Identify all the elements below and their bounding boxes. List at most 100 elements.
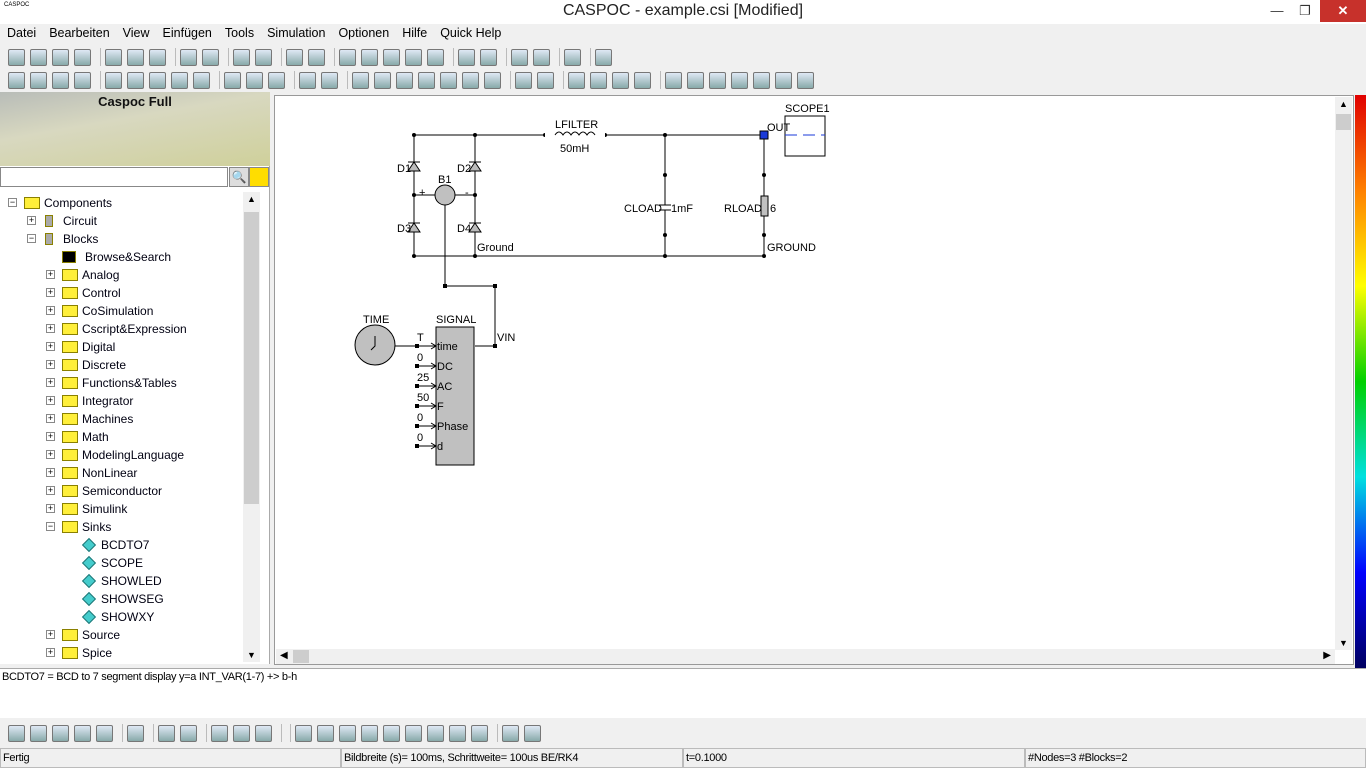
close-button[interactable]: ✕: [1320, 0, 1366, 22]
zoom-width-icon[interactable]: [52, 71, 69, 89]
library-icon[interactable]: [249, 167, 269, 187]
menu-hilfe[interactable]: Hilfe: [402, 24, 427, 44]
copy-icon[interactable]: [127, 48, 144, 66]
hierarchy-icon[interactable]: [564, 48, 581, 66]
step-back-icon[interactable]: [383, 724, 400, 742]
comment-icon[interactable]: [286, 48, 303, 66]
zoom-height-icon[interactable]: [74, 71, 91, 89]
library-icon[interactable]: [533, 48, 550, 66]
expand-icon[interactable]: +: [46, 630, 55, 639]
window2-icon[interactable]: [180, 724, 197, 742]
tree-item-integrator[interactable]: + Integrator: [0, 392, 240, 410]
expand-icon[interactable]: +: [46, 270, 55, 279]
redo-icon[interactable]: [202, 48, 219, 66]
block-icon[interactable]: [8, 724, 25, 742]
tree-item-spice[interactable]: + Spice: [0, 644, 240, 662]
node-icon[interactable]: [374, 71, 391, 89]
tree-item-circuit[interactable]: + Circuit: [0, 212, 240, 230]
green-block-icon[interactable]: [440, 71, 457, 89]
ic-in-icon[interactable]: [458, 48, 475, 66]
junction-icon[interactable]: [515, 71, 532, 89]
hand-icon[interactable]: [339, 48, 356, 66]
tree-item-sinks[interactable]: − Sinks: [0, 518, 240, 536]
tree-item-source[interactable]: + Source: [0, 626, 240, 644]
signal-icon[interactable]: [308, 48, 325, 66]
menu-simulation[interactable]: Simulation: [267, 24, 325, 44]
text-icon[interactable]: [321, 71, 338, 89]
collapse-icon[interactable]: −: [46, 522, 55, 531]
library-search-input[interactable]: [0, 167, 228, 187]
canvas-vertical-scrollbar[interactable]: ▲ ▼: [1335, 97, 1352, 650]
grid-icon[interactable]: [74, 724, 91, 742]
zoom-fit-icon[interactable]: [30, 71, 47, 89]
arrow-color-icon[interactable]: [418, 71, 435, 89]
grid-icon[interactable]: [537, 71, 554, 89]
back-icon[interactable]: [361, 724, 378, 742]
chip2-icon[interactable]: [753, 71, 770, 89]
tree-item-cosimulation[interactable]: + CoSimulation: [0, 302, 240, 320]
bar-icon[interactable]: [634, 71, 651, 89]
horizontal-scroll-thumb[interactable]: [293, 650, 309, 663]
expand-icon[interactable]: +: [46, 306, 55, 315]
tree-item-machines[interactable]: + Machines: [0, 410, 240, 428]
collapse-icon[interactable]: −: [27, 234, 36, 243]
tree-item-functions-tables[interactable]: + Functions&Tables: [0, 374, 240, 392]
vertical-scroll-thumb[interactable]: [1336, 114, 1351, 130]
tree-item-cscript-expression[interactable]: + Cscript&Expression: [0, 320, 240, 338]
collapse-icon[interactable]: −: [8, 198, 17, 207]
tools-icon[interactable]: [255, 724, 272, 742]
component-icon[interactable]: [127, 71, 144, 89]
ic-out-icon[interactable]: [480, 48, 497, 66]
globe-icon[interactable]: [224, 71, 241, 89]
tree-item-showseg[interactable]: SHOWSEG: [0, 590, 240, 608]
chip3-icon[interactable]: [775, 71, 792, 89]
last-icon[interactable]: [471, 724, 488, 742]
tree-item-semiconductor[interactable]: + Semiconductor: [0, 482, 240, 500]
library-icon[interactable]: [233, 724, 250, 742]
expand-icon[interactable]: +: [46, 324, 55, 333]
tree-item-scope[interactable]: SCOPE: [0, 554, 240, 572]
number-icon[interactable]: [462, 71, 479, 89]
expand-icon[interactable]: +: [46, 288, 55, 297]
window-icon[interactable]: [158, 724, 175, 742]
undo-icon[interactable]: [180, 48, 197, 66]
paint-icon[interactable]: [590, 71, 607, 89]
zoom-100-icon[interactable]: [8, 71, 25, 89]
list-icon[interactable]: [383, 48, 400, 66]
expand-icon[interactable]: +: [46, 342, 55, 351]
help-icon[interactable]: [595, 48, 612, 66]
expand-icon[interactable]: +: [46, 468, 55, 477]
wire-icon[interactable]: [105, 71, 122, 89]
expand-icon[interactable]: +: [46, 378, 55, 387]
tree-item-components[interactable]: − Components: [0, 194, 240, 212]
expand-icon[interactable]: +: [46, 648, 55, 657]
print-icon[interactable]: [74, 48, 91, 66]
expand-icon[interactable]: +: [46, 486, 55, 495]
open-folder-icon[interactable]: [30, 48, 47, 66]
expand-icon[interactable]: +: [46, 414, 55, 423]
magnifier-icon[interactable]: 🔍: [229, 167, 249, 187]
copy-window-icon[interactable]: [502, 724, 519, 742]
wand-icon[interactable]: [484, 71, 501, 89]
tree-item-math[interactable]: + Math: [0, 428, 240, 446]
step-forward-icon[interactable]: [405, 724, 422, 742]
cut-icon[interactable]: [105, 48, 122, 66]
colors-icon[interactable]: [687, 71, 704, 89]
menu-einfügen[interactable]: Einfügen: [163, 24, 212, 44]
level-icon[interactable]: [612, 71, 629, 89]
tree-item-digital[interactable]: + Digital: [0, 338, 240, 356]
chip-icon[interactable]: [731, 71, 748, 89]
expand-icon[interactable]: +: [46, 396, 55, 405]
sort-icon[interactable]: [709, 71, 726, 89]
tree-item-showled[interactable]: SHOWLED: [0, 572, 240, 590]
schematic-canvas[interactable]: D1 D2 D3 D4 B1 + - LFILTER 50mH CLOAD 1m…: [274, 95, 1354, 665]
number-display-icon[interactable]: [52, 724, 69, 742]
tree-item-simulink[interactable]: + Simulink: [0, 500, 240, 518]
menu-quick-help[interactable]: Quick Help: [440, 24, 501, 44]
fast-back-icon[interactable]: [339, 724, 356, 742]
component-icon[interactable]: [96, 724, 113, 742]
new-file-icon[interactable]: [8, 48, 25, 66]
menu-optionen[interactable]: Optionen: [338, 24, 389, 44]
list-options-icon[interactable]: [427, 48, 444, 66]
list-indent-icon[interactable]: [405, 48, 422, 66]
